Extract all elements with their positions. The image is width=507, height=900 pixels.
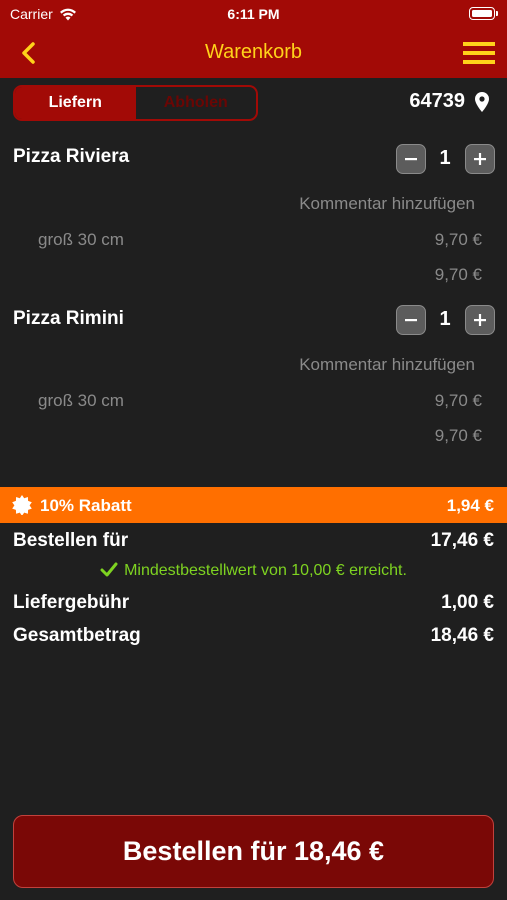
delivery-fee-label: Liefergebühr — [13, 592, 130, 613]
map-pin-icon — [475, 91, 489, 112]
hamburger-icon — [463, 42, 495, 46]
decrease-quantity-button[interactable] — [396, 144, 426, 174]
item-option-price: 9,70 € — [434, 391, 482, 410]
badge-icon — [12, 495, 32, 515]
item-name: Pizza Rimini — [13, 308, 124, 329]
order-subtotal-label: Bestellen für — [13, 530, 129, 551]
plus-icon — [474, 314, 486, 326]
checkmark-icon — [100, 562, 118, 577]
delivery-fee-row: Liefergebühr 1,00 € — [13, 592, 494, 614]
item-quantity: 1 — [439, 308, 451, 330]
nav-bar: Warenkorb — [0, 28, 507, 78]
total-row: Gesamtbetrag 18,46 € — [13, 625, 494, 647]
status-bar: Carrier 6:11 PM — [0, 0, 507, 28]
delivery-mode-segment: Liefern Abholen — [13, 85, 258, 121]
item-quantity: 1 — [439, 147, 451, 169]
discount-label: 10% Rabatt — [40, 496, 132, 515]
zip-code[interactable]: 64739 — [409, 90, 489, 113]
page-title: Warenkorb — [204, 41, 303, 63]
place-order-button[interactable]: Bestellen für 18,46 € — [13, 815, 494, 888]
discount-bar: 10% Rabatt 1,94 € — [0, 487, 507, 523]
battery-icon — [469, 7, 498, 20]
total-label: Gesamtbetrag — [13, 625, 141, 646]
item-option-price: 9,70 € — [434, 230, 482, 249]
plus-icon — [474, 153, 486, 165]
status-time: 6:11 PM — [227, 6, 280, 22]
increase-quantity-button[interactable] — [465, 305, 495, 335]
discount-value: 1,94 € — [446, 496, 494, 515]
add-comment-link[interactable]: Kommentar hinzufügen — [299, 355, 475, 375]
minimum-order-notice: Mindestbestellwert von 10,00 € erreicht. — [0, 562, 507, 580]
item-total: 9,70 € — [434, 265, 482, 284]
decrease-quantity-button[interactable] — [396, 305, 426, 335]
item-name: Pizza Riviera — [13, 146, 130, 167]
item-total: 9,70 € — [434, 426, 482, 445]
delivery-fee-value: 1,00 € — [441, 592, 494, 613]
segment-delivery[interactable]: Liefern — [15, 87, 136, 119]
item-option: groß 30 cm — [38, 391, 124, 410]
segment-pickup[interactable]: Abholen — [136, 87, 257, 119]
order-subtotal-value: 17,46 € — [430, 530, 494, 551]
zip-code-label: 64739 — [409, 90, 465, 112]
total-value: 18,46 € — [430, 625, 494, 646]
minus-icon — [405, 158, 417, 161]
item-option: groß 30 cm — [38, 230, 124, 249]
menu-button[interactable] — [461, 38, 497, 68]
increase-quantity-button[interactable] — [465, 144, 495, 174]
add-comment-link[interactable]: Kommentar hinzufügen — [299, 194, 475, 214]
minimum-order-text: Mindestbestellwert von 10,00 € erreicht. — [124, 562, 407, 579]
order-subtotal-row: Bestellen für 17,46 € — [13, 530, 494, 552]
minus-icon — [405, 319, 417, 322]
